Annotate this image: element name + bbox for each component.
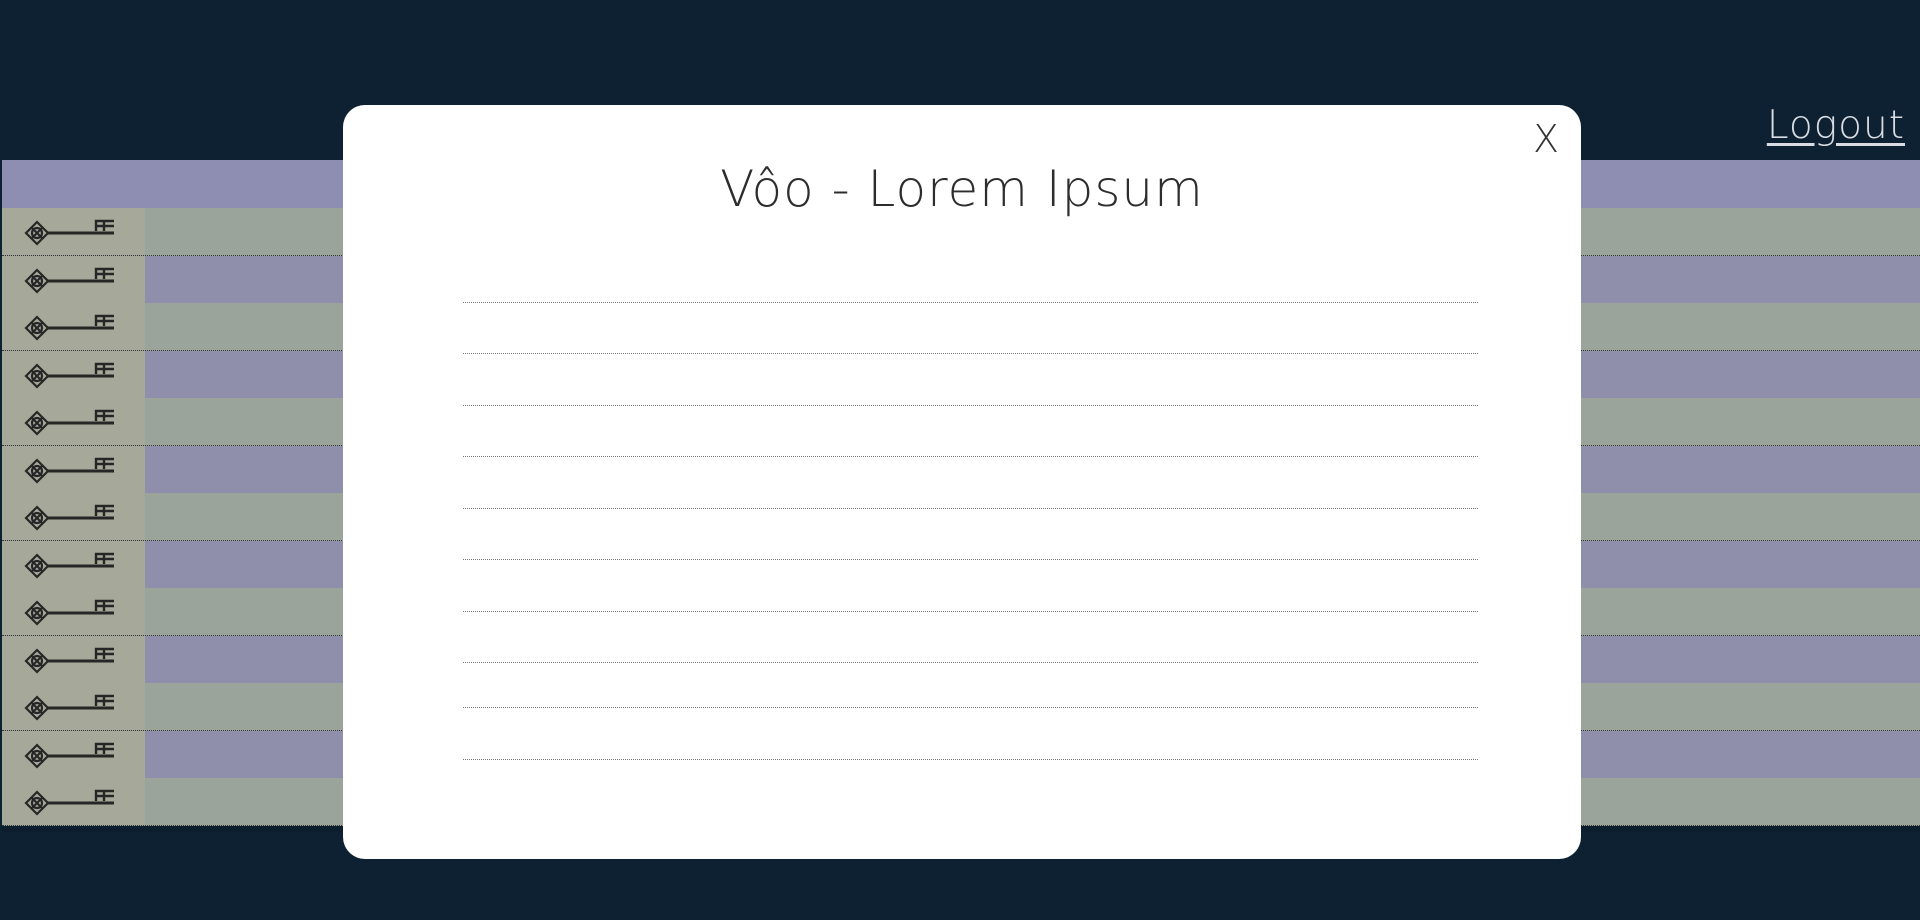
modal-dialog: X Vôo - Lorem Ipsum — [343, 105, 1581, 859]
content-line — [463, 759, 1478, 760]
close-button[interactable]: X — [1533, 117, 1559, 161]
key-cell — [2, 588, 145, 635]
key-cell — [2, 493, 145, 540]
key-cell — [2, 445, 145, 493]
key-cell — [2, 540, 145, 588]
logout-link[interactable]: Logout — [1767, 103, 1905, 148]
key-cell — [2, 730, 145, 778]
content-line — [463, 456, 1478, 457]
content-line — [463, 559, 1478, 560]
content-line — [463, 662, 1478, 663]
content-line — [463, 405, 1478, 406]
key-cell — [2, 778, 145, 825]
content-line — [463, 302, 1478, 303]
key-cell — [2, 350, 145, 398]
content-line — [463, 611, 1478, 612]
key-cell — [2, 208, 145, 255]
key-cell — [2, 635, 145, 683]
key-cell — [2, 255, 145, 303]
content-line — [463, 707, 1478, 708]
key-cell — [2, 303, 145, 350]
content-line — [463, 353, 1478, 354]
content-line — [463, 508, 1478, 509]
key-cell — [2, 683, 145, 730]
modal-title: Vôo - Lorem Ipsum — [720, 160, 1204, 218]
key-cell — [2, 398, 145, 445]
